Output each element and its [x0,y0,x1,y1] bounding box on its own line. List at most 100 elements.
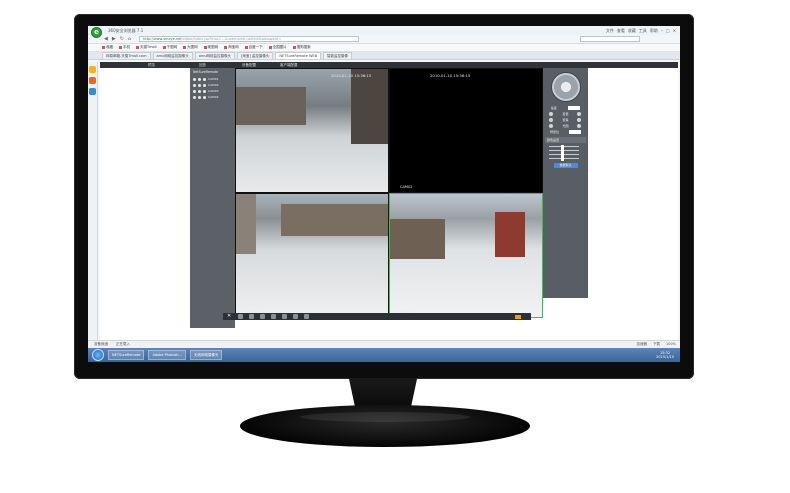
zoom-level[interactable]: 100% [666,342,676,347]
maximize-icon[interactable]: □ [666,28,670,34]
camera-icon [203,95,206,99]
machine-shape [390,219,445,259]
ptz-direction-wheel[interactable] [550,72,581,102]
brightness-slider[interactable] [549,144,579,149]
search-input[interactable] [580,36,640,42]
history-side-icon[interactable] [89,77,96,84]
taskbar-item[interactable]: NETSureRemote [108,350,145,360]
record-icon[interactable] [282,314,287,319]
browser-tab[interactable]: 智能监控摄像 [323,52,353,59]
forward-icon[interactable]: ▶ [112,36,116,42]
browser-tab[interactable]: [淘宝] 监控摄像头 [237,52,274,59]
browser-tab[interactable]: amu网络监控摄像头 [194,52,236,59]
nvr-web-app: 预览 回放 设备配置 客户端配置 NetSureRemote CAM01 CAM… [100,62,678,340]
ptz-preset-row: 预置位 [543,129,588,135]
side-toolbar [88,62,98,352]
apps-side-icon[interactable] [89,88,96,95]
bookmark-item[interactable]: 淘宝网 [224,45,239,50]
browser-tab-active[interactable]: NETSureRemote WEB [275,52,322,59]
back-icon[interactable]: ◀ [104,36,108,42]
bookmark-item[interactable]: 天猫Tmall [136,45,157,50]
color-settings-header: 颜色设置 [545,137,586,143]
layout-1-icon[interactable] [238,314,243,319]
camera-view-4[interactable]: CAM04 [389,193,543,318]
zoom-in-button[interactable] [577,112,582,116]
camera-icon [203,89,206,93]
windows-taskbar: NETSureRemote Adobe Photosh... 无线网络摄像头 1… [88,348,680,362]
device-tree-root[interactable]: NetSureRemote [190,68,235,76]
camera-view-1[interactable]: 2010-01-10 15:36:15 CAM01 [236,69,388,192]
building-shape [236,87,306,125]
restore-default-button[interactable]: 恢复默认 [553,163,578,168]
browser-logo-icon[interactable]: e [91,27,102,38]
url-host: http://www.smeye.net [143,37,182,41]
bookmark-item[interactable]: 百度一下 [245,45,263,50]
talk-icon[interactable] [293,314,298,319]
hue-slider[interactable] [549,156,579,161]
menu-help[interactable]: 帮助 [650,28,658,34]
browser-tab[interactable]: 网易邮箱-天猫Tmall.com [102,52,151,59]
browser-statusbar: 准备就绪 正在载入 加速器 下载 100% [88,340,680,348]
monitor-base-shine [300,412,470,422]
stop-all-icon[interactable]: ✕ [227,314,232,319]
browser-tab[interactable]: amu网络监控摄像头 [152,52,193,59]
bookmark-item[interactable]: 搜狗搜索 [293,45,311,50]
bookmark-item[interactable]: 收藏 [102,45,113,50]
menu-device-config[interactable]: 设备配置 [242,63,256,68]
minimize-icon[interactable]: – [661,28,663,34]
menu-file[interactable]: 文件 [606,28,614,34]
preset-select[interactable] [568,130,581,134]
camera-view-2[interactable]: 2010-01-10 15:36:15 CAM02 [390,69,542,192]
bookmark-item[interactable]: 大图网 [183,45,198,50]
snapshot-icon[interactable] [271,314,276,319]
record-icon [198,89,201,93]
menu-view[interactable]: 查看 [617,28,625,34]
start-button[interactable] [92,349,104,361]
device-tree-label: CAM04 [208,95,219,99]
camera-view-3[interactable]: CAM03 [236,194,388,317]
accelerator-status[interactable]: 加速器 [636,342,647,347]
focus-near-button[interactable] [549,118,554,122]
status-text: 正在载入 [116,342,130,346]
bookmark-item[interactable]: 手机 [119,45,130,50]
refresh-icon[interactable]: ↻ [120,36,124,42]
record-icon [198,77,201,81]
favorites-side-icon[interactable] [89,66,96,73]
volume-icon[interactable] [515,314,521,319]
menu-playback[interactable]: 回放 [199,63,206,68]
url-path: /video/index.jsp?mac=...&username=admin&… [181,37,282,41]
playback-toolbar: ✕ [223,313,531,320]
layout-4-icon[interactable] [249,314,254,319]
menu-favorites[interactable]: 收藏 [628,28,636,34]
system-tray-clock[interactable]: 15:32 2015/1/10 [656,351,674,359]
device-tree-label: CAM01 [208,77,219,81]
zoom-out-button[interactable] [549,112,554,116]
device-tree-item[interactable]: CAM04 [190,94,235,100]
ptz-panel: 速度 变倍 聚焦 光圈 预置位 颜色设置 恢复默认 [543,68,588,298]
bookmark-item[interactable]: 昵图网 [204,45,219,50]
menu-client-config[interactable]: 客户端配置 [280,63,298,68]
speed-select[interactable] [568,106,581,110]
layout-9-icon[interactable] [260,314,265,319]
taskbar-item[interactable]: Adobe Photosh... [148,350,186,360]
menu-tools[interactable]: 工具 [639,28,647,34]
fullscreen-icon[interactable] [304,314,309,319]
focus-label: 聚焦 [562,118,569,122]
url-input[interactable]: http://www.smeye.net /video/index.jsp?ma… [139,36,360,42]
zoom-label: 变倍 [562,112,569,116]
bookmark-item[interactable]: 全国图片 [269,45,287,50]
iris-close-button[interactable] [549,124,554,128]
taskbar-item[interactable]: 无线网络摄像头 [189,350,223,360]
saturation-slider[interactable] [549,152,579,157]
bookmarks-bar: 收藏 手机 天猫Tmall 千图网 大图网 昵图网 淘宝网 百度一下 全国图片 … [88,44,680,52]
contrast-slider[interactable] [549,148,579,153]
camera-status-icon [193,89,196,93]
menu-preview[interactable]: 预览 [148,63,155,68]
record-icon [198,83,201,87]
iris-open-button[interactable] [577,124,582,128]
bookmark-item[interactable]: 千图网 [163,45,178,50]
home-icon[interactable]: ⌂ [128,36,131,42]
close-icon[interactable]: ✕ [673,28,676,34]
download-status[interactable]: 下载 [653,342,660,347]
focus-far-button[interactable] [577,118,582,122]
